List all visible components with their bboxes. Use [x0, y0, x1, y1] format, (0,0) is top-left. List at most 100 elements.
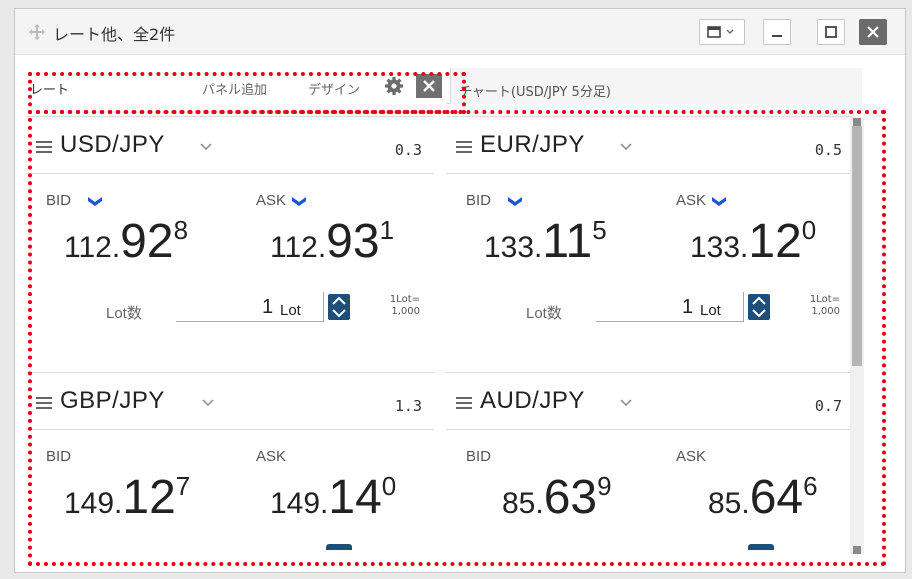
chevron-down-icon[interactable] [200, 143, 212, 151]
price-pips: 93 [326, 215, 380, 268]
tab-rate-label: レート [30, 83, 70, 98]
price-fraction: 1 [379, 215, 395, 245]
bid-label: BID [46, 448, 72, 465]
lot-input[interactable] [176, 292, 324, 322]
rate-panel-audjpy: AUD/JPY 0.7 BID ASK 85.639 85.646 [446, 360, 854, 560]
price-integer: 112. [270, 231, 327, 264]
price-integer: 149. [270, 487, 329, 520]
tab-chart-label: チャート(USD/JPY 5分足) [459, 85, 611, 100]
spread-value: 0.3 [394, 141, 422, 159]
lot-input[interactable] [596, 292, 744, 322]
lot-value: 1 [682, 296, 694, 318]
gear-icon[interactable] [384, 76, 404, 96]
ask-price[interactable]: 133.120 [690, 214, 816, 269]
bid-price[interactable]: 85.639 [502, 470, 612, 525]
lot-stepper[interactable] [748, 544, 774, 550]
bid-label: BID [46, 192, 72, 209]
scrollbar-thumb[interactable] [852, 126, 862, 366]
panel-header: GBP/JPY 1.3 [26, 372, 434, 430]
maximize-button[interactable] [817, 19, 845, 45]
price-pips: 12 [748, 215, 802, 268]
price-integer: 149. [64, 487, 123, 520]
stepper-arrows-icon [332, 296, 346, 318]
chevron-down-icon[interactable] [620, 143, 632, 151]
lot-size-line2: 1,000 [391, 306, 420, 317]
price-fraction: 8 [173, 215, 189, 245]
ask-price[interactable]: 85.646 [708, 470, 818, 525]
vertical-scrollbar[interactable] [850, 118, 864, 554]
title-bar[interactable]: レート他、全2件 [15, 9, 905, 55]
bid-label: BID [466, 448, 492, 465]
rate-panel-usdjpy: USD/JPY 0.3 BID ASK 112.928 112.931 Lot数… [26, 104, 434, 344]
add-panel-link[interactable]: パネル追加 [202, 79, 267, 98]
layout-icon [707, 26, 734, 38]
currency-pair[interactable]: USD/JPY [60, 131, 165, 159]
minimize-button[interactable] [763, 19, 791, 45]
currency-pair[interactable]: GBP/JPY [60, 387, 165, 415]
move-icon[interactable] [29, 24, 45, 40]
lot-unit: Lot [280, 302, 301, 319]
panel-header: EUR/JPY 0.5 [446, 116, 854, 174]
chevron-down-icon[interactable] [620, 399, 632, 407]
lot-size-line2: 1,000 [811, 306, 840, 317]
window-title: レート他、全2件 [53, 25, 176, 44]
layout-dropdown-button[interactable] [699, 19, 745, 45]
price-fraction: 7 [175, 471, 191, 501]
menu-icon[interactable] [36, 141, 52, 153]
price-fraction: 6 [803, 471, 818, 501]
lot-size-line1: 1Lot= [809, 294, 840, 305]
lot-label: Lot数 [526, 305, 562, 322]
close-icon [867, 26, 879, 38]
rate-panels-area: USD/JPY 0.3 BID ASK 112.928 112.931 Lot数… [18, 104, 862, 560]
bid-price[interactable]: 149.127 [64, 470, 190, 525]
panel-header: AUD/JPY 0.7 [446, 372, 854, 430]
close-tab-button[interactable] [416, 74, 442, 98]
close-window-button[interactable] [859, 19, 887, 45]
close-icon [423, 80, 435, 92]
bid-price[interactable]: 133.115 [484, 214, 607, 269]
lot-size-line1: 1Lot= [389, 294, 420, 305]
lot-stepper[interactable] [326, 544, 352, 550]
minimize-icon [772, 35, 782, 37]
lot-stepper[interactable] [748, 294, 770, 320]
price-fraction: 9 [597, 471, 612, 501]
price-integer: 133. [484, 231, 543, 264]
currency-pair[interactable]: EUR/JPY [480, 131, 585, 159]
ask-price[interactable]: 149.140 [270, 470, 396, 525]
ask-label: ASK [256, 192, 287, 209]
lot-unit: Lot [700, 302, 721, 319]
ask-label: ASK [676, 448, 707, 465]
down-arrow-icon [712, 197, 726, 206]
spread-value: 0.7 [814, 397, 842, 415]
spread-value: 1.3 [394, 397, 422, 415]
menu-icon[interactable] [456, 397, 472, 409]
price-integer: 85. [708, 487, 750, 520]
design-link[interactable]: デザイン [308, 79, 360, 98]
chevron-down-icon[interactable] [202, 399, 214, 407]
lot-stepper[interactable] [328, 294, 350, 320]
price-integer: 133. [690, 231, 749, 264]
scroll-up-arrow[interactable] [853, 118, 861, 126]
price-fraction: 0 [801, 215, 817, 245]
price-pips: 11 [542, 215, 593, 268]
price-pips: 92 [120, 215, 174, 268]
down-arrow-icon [292, 197, 306, 206]
bid-price[interactable]: 112.928 [64, 214, 188, 269]
ask-price[interactable]: 112.931 [270, 214, 394, 269]
price-integer: 112. [64, 231, 121, 264]
price-pips: 14 [328, 471, 382, 524]
tab-rate[interactable]: レート パネル追加 デザイン [18, 68, 446, 104]
menu-icon[interactable] [456, 141, 472, 153]
down-arrow-icon [88, 197, 102, 206]
tab-bar: レート パネル追加 デザイン チャート(USD/JPY 5分足) [18, 68, 862, 104]
tab-chart[interactable]: チャート(USD/JPY 5分足) [450, 68, 862, 104]
maximize-icon [825, 26, 837, 38]
ask-label: ASK [256, 448, 287, 465]
price-integer: 85. [502, 487, 544, 520]
panel-header: USD/JPY 0.3 [26, 116, 434, 174]
menu-icon[interactable] [36, 397, 52, 409]
down-arrow-icon [508, 197, 522, 206]
scroll-down-arrow[interactable] [853, 546, 861, 554]
currency-pair[interactable]: AUD/JPY [480, 387, 585, 415]
price-fraction: 5 [592, 215, 607, 245]
